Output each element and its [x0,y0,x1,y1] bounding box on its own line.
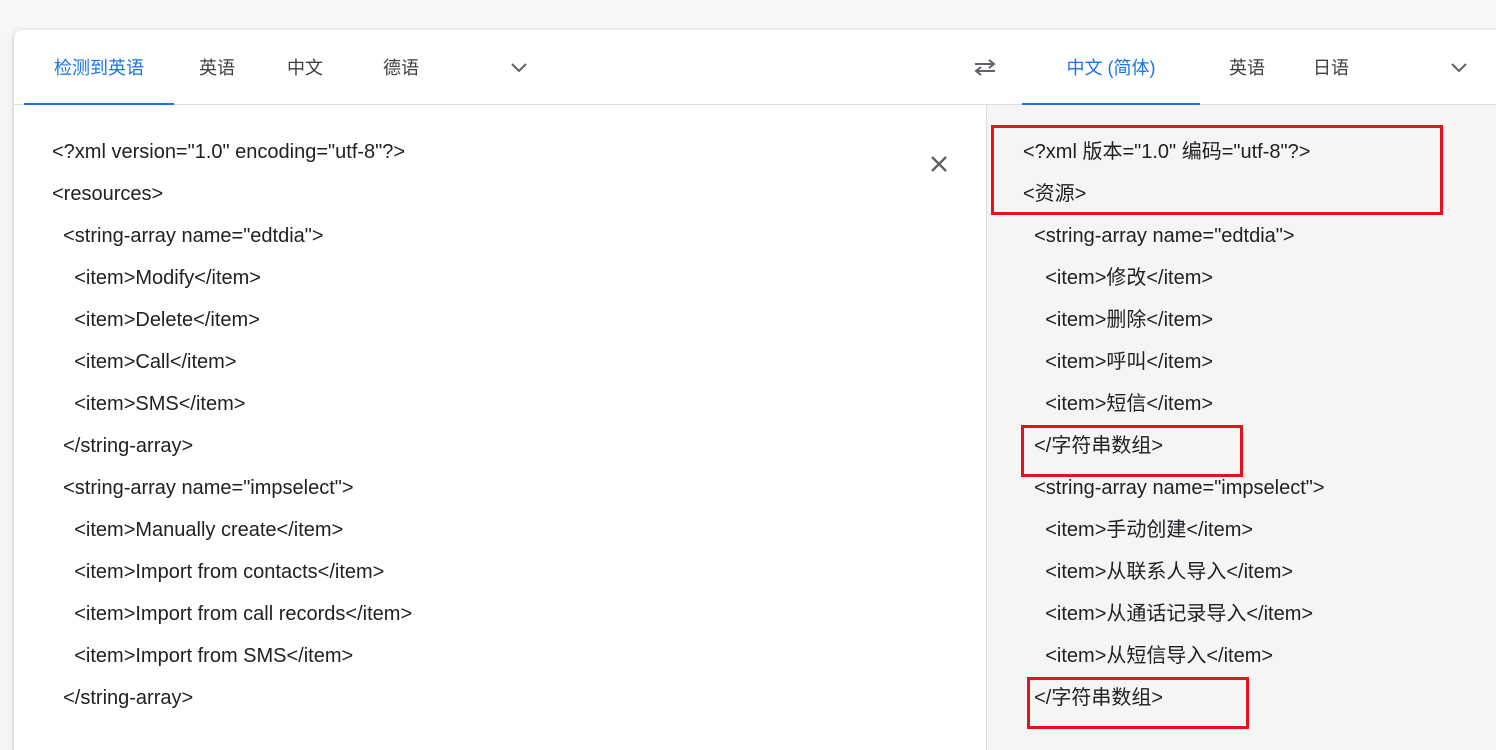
source-line: <item>Delete</item> [52,309,260,331]
translation-output: <?xml 版本="1.0" 编码="utf-8"?> <资源> <string… [986,105,1496,750]
tab-source-english[interactable]: 英语 [184,30,250,104]
tab-detect-language[interactable]: 检测到英语 [24,30,174,105]
swap-arrows-icon[interactable] [968,52,1002,82]
source-line: </string-array> [52,435,194,457]
target-line: <item>从短信导入</item> [1023,645,1274,667]
tab-source-german[interactable]: 德语 [368,30,434,104]
translator-card: 检测到英语 英语 中文 德语 中文 (简体) 英语 日语 <?xml versi… [14,30,1496,750]
chevron-down-icon[interactable] [505,54,533,82]
source-line: <item>Import from SMS</item> [52,645,354,667]
source-line: <item>Call</item> [52,351,237,373]
target-line: <?xml 版本="1.0" 编码="utf-8"?> [1023,141,1311,163]
target-line: <item>短信</item> [1023,393,1214,415]
chevron-down-icon[interactable] [1445,54,1473,82]
source-line: <resources> [52,183,164,205]
source-line: </string-array> [52,687,194,709]
target-line: <item>修改</item> [1023,267,1214,289]
source-line: <?xml version="1.0" encoding="utf-8"?> [52,141,406,163]
tab-target-english[interactable]: 英语 [1214,30,1280,104]
tab-target-japanese[interactable]: 日语 [1298,30,1364,104]
source-line: <item>Manually create</item> [52,519,344,541]
target-line: <string-array name="edtdia"> [1023,225,1295,247]
source-line: <item>Modify</item> [52,267,261,289]
target-line: <item>呼叫</item> [1023,351,1214,373]
target-line: <item>手动创建</item> [1023,519,1254,541]
source-text-input[interactable]: <?xml version="1.0" encoding="utf-8"?> <… [14,105,984,750]
target-line: <item>从联系人导入</item> [1023,561,1294,583]
target-line: <string-array name="impselect"> [1023,477,1325,499]
tab-source-chinese[interactable]: 中文 [272,30,338,104]
target-line: <item>删除</item> [1023,309,1214,331]
tab-target-chinese-simplified[interactable]: 中文 (简体) [1022,30,1200,105]
target-line: </字符串数组> [1023,435,1164,457]
language-bar: 检测到英语 英语 中文 德语 中文 (简体) 英语 日语 [14,30,1496,105]
target-line: </字符串数组> [1023,687,1164,709]
source-line: <item>SMS</item> [52,393,246,415]
target-line: <资源> [1023,183,1087,205]
source-line: <string-array name="impselect"> [52,477,354,499]
source-line: <string-array name="edtdia"> [52,225,324,247]
source-line: <item>Import from call records</item> [52,603,413,625]
target-line: <item>从通话记录导入</item> [1023,603,1314,625]
source-line: <item>Import from contacts</item> [52,561,385,583]
close-icon[interactable] [924,149,954,179]
